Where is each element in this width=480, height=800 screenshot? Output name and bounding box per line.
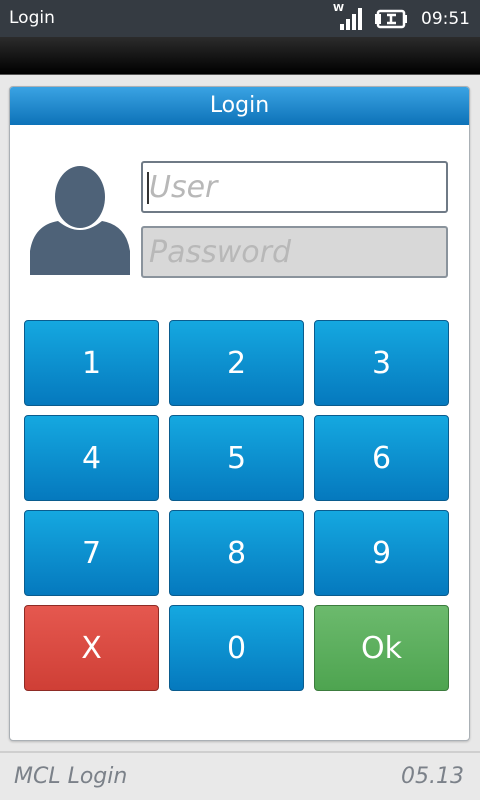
battery-charging-icon (375, 9, 407, 28)
key-0[interactable]: 0 (169, 605, 304, 691)
login-header: Login (10, 87, 469, 125)
key-7[interactable]: 7 (24, 510, 159, 596)
key-8[interactable]: 8 (169, 510, 304, 596)
login-panel: Login 1 2 3 4 5 6 7 8 9 X 0 Ok (9, 86, 470, 741)
key-6[interactable]: 6 (314, 415, 449, 501)
network-type-label: W (333, 2, 345, 14)
ok-button[interactable]: Ok (314, 605, 449, 691)
key-9[interactable]: 9 (314, 510, 449, 596)
version-label: 05.13 (401, 764, 464, 789)
key-3[interactable]: 3 (314, 320, 449, 406)
action-bar (0, 37, 480, 75)
key-5[interactable]: 5 (169, 415, 304, 501)
user-avatar-icon (30, 166, 130, 275)
app-name: MCL Login (14, 764, 128, 789)
signal-icon: W (333, 2, 363, 34)
user-input[interactable] (141, 161, 448, 213)
key-4[interactable]: 4 (24, 415, 159, 501)
footer: MCL Login 05.13 (0, 751, 480, 800)
key-2[interactable]: 2 (169, 320, 304, 406)
key-1[interactable]: 1 (24, 320, 159, 406)
status-bar: Login W 09:51 (0, 0, 480, 37)
status-title: Login (9, 8, 55, 28)
cancel-button[interactable]: X (24, 605, 159, 691)
password-input[interactable] (141, 226, 448, 278)
text-cursor (147, 172, 149, 204)
status-time: 09:51 (421, 8, 470, 29)
keypad: 1 2 3 4 5 6 7 8 9 X 0 Ok (24, 320, 450, 691)
status-icons: W 09:51 (333, 0, 470, 37)
